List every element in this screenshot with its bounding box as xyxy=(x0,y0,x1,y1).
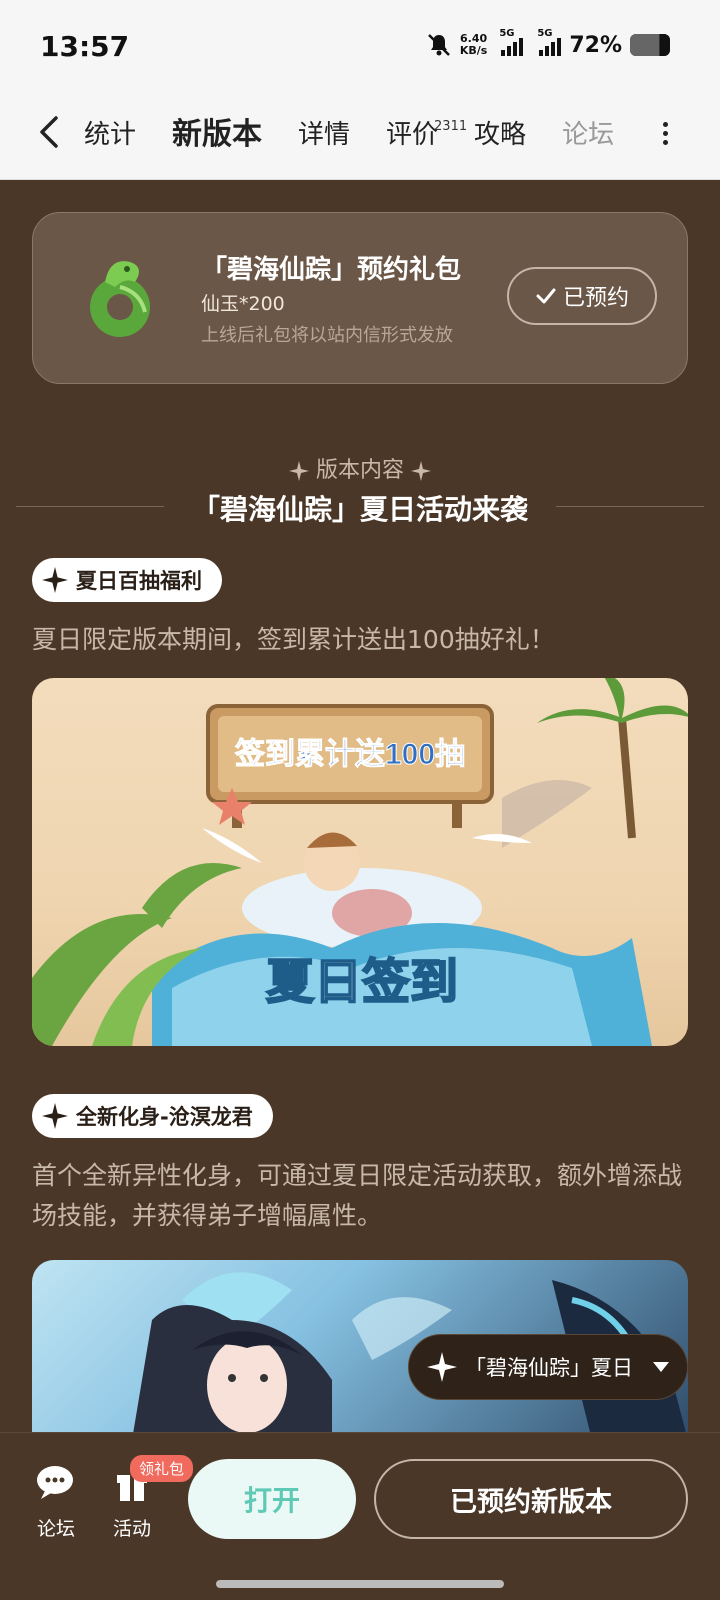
sparkle-icon xyxy=(288,461,309,481)
tab-new-version[interactable]: 新版本 xyxy=(170,110,280,160)
gift-item: 仙玉*200 xyxy=(201,293,285,315)
bottom-action-bar: 论坛 活动 领礼包 打开 已预约新版本 xyxy=(0,1432,720,1600)
review-count: 2311 xyxy=(434,119,468,134)
sparkle-icon xyxy=(427,1352,457,1382)
banner-illustration: 签到累计送100抽 夏日签到 xyxy=(32,678,688,1046)
gift-title: 「碧海仙踪」预约礼包 xyxy=(201,255,462,285)
sparkle-icon xyxy=(42,567,68,593)
section-subtitle: 版本内容 xyxy=(0,452,720,484)
feature-description: 首个全新异性化身，可通过夏日限定活动获取，额外增添战场技能，并获得弟子增幅属性。 xyxy=(32,1161,683,1230)
tab-bar: 统计 新版本 详情 评价 2311 攻略 论坛 xyxy=(84,110,650,160)
feature-tag: 全新化身-沧溟龙君 xyxy=(32,1094,273,1138)
signal-icon-1: 5G xyxy=(499,28,524,56)
dropdown-arrow-icon xyxy=(653,1362,669,1372)
version-selector[interactable]: 「碧海仙踪」夏日 xyxy=(408,1334,688,1400)
gift-note: 上线后礼包将以站内信形式发放 xyxy=(201,325,453,346)
mute-bell-icon xyxy=(427,34,450,56)
gift-badge: 领礼包 xyxy=(130,1455,194,1482)
tab-details[interactable]: 详情 xyxy=(298,110,368,160)
section-title: 「碧海仙踪」夏日活动来袭 xyxy=(191,493,528,526)
open-button[interactable]: 打开 xyxy=(188,1459,356,1539)
banner-title: 签到累计送100抽 xyxy=(235,737,465,771)
reserved-button[interactable]: 已预约 xyxy=(507,267,657,325)
forum-button[interactable]: 论坛 xyxy=(26,1463,86,1541)
reserved-new-version-button[interactable]: 已预约新版本 xyxy=(374,1459,688,1539)
more-options-icon[interactable] xyxy=(660,118,670,148)
top-nav: 统计 新版本 详情 评价 2311 攻略 论坛 xyxy=(0,90,720,180)
tab-forum[interactable]: 论坛 xyxy=(562,110,632,160)
tab-guides[interactable]: 攻略 xyxy=(474,110,544,160)
check-icon xyxy=(536,288,556,304)
status-bar: 13:57 6.40 KB/s 5G 5G 72% xyxy=(0,0,720,90)
feature-description: 夏日限定版本期间，签到累计送出100抽好礼！ xyxy=(32,625,555,654)
signal-icon-2: 5G xyxy=(537,28,562,56)
sparkle-icon xyxy=(411,461,431,481)
chat-bubble-icon xyxy=(37,1466,73,1499)
status-time: 13:57 xyxy=(40,30,130,63)
jade-dragon-icon xyxy=(90,261,150,337)
status-indicators: 6.40 KB/s 5G 5G 72% xyxy=(426,28,670,58)
back-arrow-icon[interactable] xyxy=(32,112,72,152)
battery-icon xyxy=(630,34,670,56)
summer-checkin-banner[interactable]: 签到累计送100抽 夏日签到 xyxy=(32,678,688,1046)
tab-reviews[interactable]: 评价 2311 xyxy=(386,110,467,160)
battery-percent: 72% xyxy=(569,32,622,58)
reservation-gift-card: 「碧海仙踪」预约礼包 仙玉*200 上线后礼包将以站内信形式发放 已预约 xyxy=(32,212,688,384)
sparkle-icon xyxy=(42,1103,68,1129)
network-speed: 6.40 KB/s xyxy=(459,32,488,57)
tab-stats[interactable]: 统计 xyxy=(84,110,154,160)
feature-tag: 夏日百抽福利 xyxy=(32,558,222,602)
home-indicator[interactable] xyxy=(216,1580,504,1588)
banner-caption: 夏日签到 xyxy=(266,956,458,1009)
